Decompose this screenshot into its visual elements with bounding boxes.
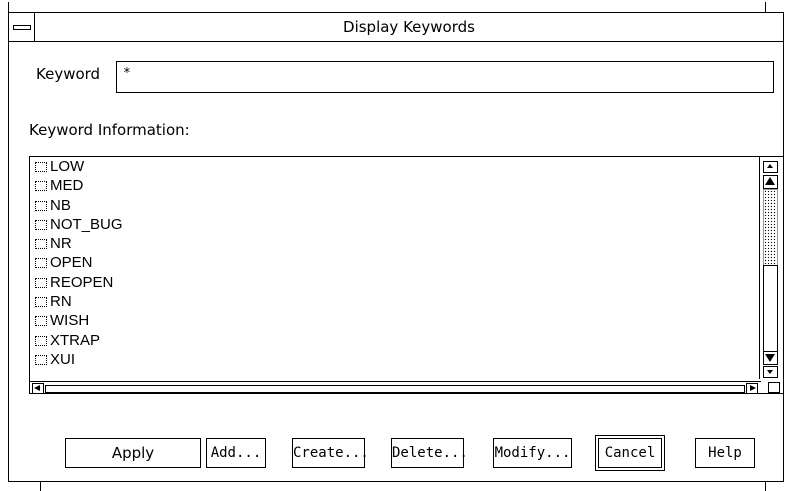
list-item[interactable]: NR [30,234,761,253]
list-item-label: XUI [50,350,76,368]
scrollbar-thumb[interactable] [763,189,778,266]
scrollbar-corner-box [768,382,780,393]
window-menu-button[interactable] [9,13,35,41]
list-item-label: REOPEN [50,273,114,291]
keyword-label: Keyword [36,65,101,83]
display-keywords-dialog: Display Keywords Keyword * Keyword Infor… [8,12,784,482]
list-item[interactable]: OPEN [30,253,761,272]
keyword-icon [35,258,47,269]
keyword-input[interactable]: * [116,61,774,93]
keyword-information-label: Keyword Information: [29,121,190,139]
keyword-icon [35,239,47,250]
horizontal-scrollbar[interactable] [30,381,761,394]
keyword-icon [35,200,47,211]
window-frame-edge [8,2,9,12]
window-frame-edge [40,482,41,491]
list-item[interactable]: XUI [30,350,761,369]
list-item-label: OPEN [50,254,93,272]
keyword-icon [35,335,47,346]
keyword-icon [35,162,47,172]
help-button[interactable]: Help [695,438,755,468]
scroll-to-top-icon[interactable] [763,161,778,173]
list-item[interactable]: XTRAP [30,331,761,350]
list-item[interactable]: REOPEN [30,273,761,292]
scroll-right-arrow-icon[interactable] [746,383,758,394]
list-item[interactable]: RN [30,292,761,311]
keyword-icon [35,297,47,308]
list-item[interactable]: MED [30,176,761,195]
list-item-label: NOT_BUG [50,215,123,233]
list-item[interactable]: LOW [30,157,761,176]
scrollbar-track[interactable] [763,265,778,352]
cancel-button[interactable]: Cancel [595,435,665,471]
list-item-label: RN [50,293,72,311]
list-item[interactable]: NB [30,196,761,215]
keyword-icon [35,354,47,365]
keyword-icon [35,219,47,230]
scroll-up-arrow-icon[interactable] [763,175,778,189]
add-button[interactable]: Add... [206,438,266,468]
apply-button[interactable]: Apply [65,438,201,468]
keyword-list-items: LOW MED NB NOT_BUG NR OPEN REOPEN RN WIS… [30,157,761,380]
modify-button[interactable]: Modify... [493,438,572,468]
list-item[interactable]: NOT_BUG [30,215,761,234]
list-item[interactable]: WISH [30,311,761,330]
delete-button[interactable]: Delete... [391,438,468,468]
scroll-left-arrow-icon[interactable] [32,383,44,394]
list-item-label: NR [50,235,72,253]
keyword-icon [35,316,47,327]
scroll-to-bottom-icon[interactable] [763,366,778,378]
list-item-label: XTRAP [50,331,101,349]
keyword-list: LOW MED NB NOT_BUG NR OPEN REOPEN RN WIS… [29,156,784,394]
list-item-label: MED [50,177,84,195]
horizontal-scrollbar-track[interactable] [45,385,745,393]
list-item-label: NB [50,196,71,214]
scroll-down-arrow-icon[interactable] [763,351,778,365]
vertical-scrollbar[interactable] [759,157,782,379]
title-bar[interactable]: Display Keywords [9,13,783,42]
list-item-label: LOW [50,158,85,175]
keyword-icon [35,277,47,288]
create-button[interactable]: Create... [292,438,369,468]
keyword-icon [35,181,47,192]
window-frame-edge [765,2,766,12]
window-title: Display Keywords [343,18,475,36]
list-item-label: WISH [50,312,90,330]
window-frame-edge [765,482,766,491]
